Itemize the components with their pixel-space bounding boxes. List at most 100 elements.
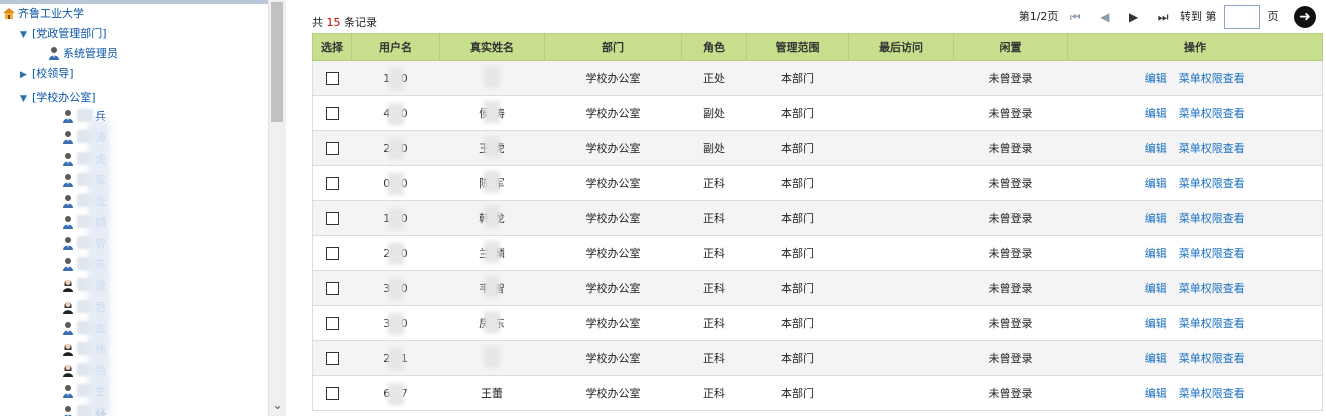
edit-link[interactable]: 编辑 (1145, 142, 1167, 155)
page-number-input[interactable] (1224, 5, 1260, 29)
edit-link[interactable]: 编辑 (1145, 317, 1167, 330)
edit-link[interactable]: 编辑 (1145, 282, 1167, 295)
col-header-last-visit[interactable]: 最后访问 (848, 33, 954, 61)
tree-node-label: [校领导] (32, 67, 74, 80)
menu-permission-link[interactable]: 菜单权限查看 (1179, 387, 1245, 400)
tree-scrollbar[interactable]: ⌄ (268, 0, 286, 416)
redaction-band (88, 120, 110, 416)
tree-expand-icon[interactable]: ▶ (20, 67, 32, 83)
edit-link[interactable]: 编辑 (1145, 177, 1167, 190)
scope-cell: 本部门 (746, 235, 849, 271)
edit-link[interactable]: 编辑 (1145, 247, 1167, 260)
actions-cell: 编辑 菜单权限查看 (1067, 95, 1323, 131)
row-checkbox[interactable] (325, 246, 339, 260)
menu-permission-link[interactable]: 菜单权限查看 (1179, 352, 1245, 365)
next-page-icon[interactable]: ▶ (1129, 4, 1138, 30)
table-row[interactable]: 41 0侯 涛学校办公室副处本部门未曾登录编辑菜单权限查看 (312, 95, 1323, 131)
username-cell: 6 07 (351, 375, 440, 411)
table-row[interactable]: 24 0王 虎学校办公室副处本部门未曾登录编辑菜单权限查看 (312, 130, 1323, 166)
scrollbar-thumb[interactable] (271, 2, 283, 122)
edit-link[interactable]: 编辑 (1145, 387, 1167, 400)
select-cell (312, 340, 352, 376)
first-page-icon[interactable]: ⏮ (1070, 4, 1081, 30)
row-checkbox[interactable] (325, 71, 339, 85)
role-cell: 正科 (681, 375, 747, 411)
edit-link[interactable]: 编辑 (1145, 72, 1167, 85)
col-header-idle[interactable]: 闲置 (953, 33, 1068, 61)
table-row[interactable]: 28 0兰 麟学校办公室正科本部门未曾登录编辑菜单权限查看 (312, 235, 1323, 271)
scope-cell: 本部门 (746, 95, 849, 131)
row-checkbox[interactable] (325, 211, 339, 225)
redaction-mask (387, 312, 404, 335)
table-row[interactable]: 14 0韩 龙学校办公室正科本部门未曾登录编辑菜单权限查看 (312, 200, 1323, 236)
idle-cell: 未曾登录 (953, 200, 1068, 236)
row-checkbox[interactable] (325, 176, 339, 190)
record-count-number: 15 (326, 16, 341, 29)
col-header-role[interactable]: 角色 (681, 33, 747, 61)
table-row[interactable]: 29 1 波学校办公室正科本部门未曾登录编辑菜单权限查看 (312, 340, 1323, 376)
scroll-down-icon[interactable]: ⌄ (269, 398, 286, 412)
last-visit-cell (848, 235, 954, 271)
dept-cell: 学校办公室 (544, 270, 682, 306)
tree-collapse-icon[interactable]: ▼ (20, 91, 32, 107)
table-row[interactable]: 1 30 兵学校办公室正处本部门未曾登录编辑菜单权限查看 (312, 60, 1323, 96)
username-cell: 08 0 (351, 165, 440, 201)
menu-permission-link[interactable]: 菜单权限查看 (1179, 142, 1245, 155)
realname-cell: 韦 智 (439, 270, 545, 306)
menu-permission-link[interactable]: 菜单权限查看 (1179, 72, 1245, 85)
scope-cell: 本部门 (746, 375, 849, 411)
actions-cell: 编辑 菜单权限查看 (1067, 130, 1323, 166)
menu-permission-link[interactable]: 菜单权限查看 (1179, 212, 1245, 225)
edit-link[interactable]: 编辑 (1145, 352, 1167, 365)
redaction-mask (387, 277, 404, 300)
table-row[interactable]: 6 07王蕾学校办公室正科本部门未曾登录编辑菜单权限查看 (312, 375, 1323, 411)
menu-permission-link[interactable]: 菜单权限查看 (1179, 107, 1245, 120)
table-row[interactable]: 08 0陈 军学校办公室正科本部门未曾登录编辑菜单权限查看 (312, 165, 1323, 201)
tree-node[interactable]: 系统管理员 (48, 46, 118, 62)
record-count-prefix: 共 (312, 16, 323, 29)
tree-collapse-icon[interactable]: ▼ (20, 27, 32, 43)
menu-permission-link[interactable]: 菜单权限查看 (1179, 247, 1245, 260)
col-header-realname[interactable]: 真实姓名 (439, 33, 545, 61)
row-checkbox[interactable] (325, 106, 339, 120)
last-visit-cell (848, 165, 954, 201)
tree-node[interactable]: ▼ [党政管理部门] (20, 26, 107, 42)
user-female-icon (62, 278, 74, 292)
dept-cell: 学校办公室 (544, 305, 682, 341)
role-cell: 副处 (681, 130, 747, 166)
scope-cell: 本部门 (746, 165, 849, 201)
table-row[interactable]: 32 0房 东学校办公室正科本部门未曾登录编辑菜单权限查看 (312, 305, 1323, 341)
col-header-username[interactable]: 用户名 (351, 33, 440, 61)
row-checkbox[interactable] (325, 351, 339, 365)
col-header-dept[interactable]: 部门 (544, 33, 682, 61)
table-row[interactable]: 32 0韦 智学校办公室正科本部门未曾登录编辑菜单权限查看 (312, 270, 1323, 306)
scope-cell: 本部门 (746, 305, 849, 341)
col-header-scope[interactable]: 管理范围 (746, 33, 849, 61)
row-checkbox[interactable] (325, 316, 339, 330)
username-cell: 14 0 (351, 200, 440, 236)
idle-cell: 未曾登录 (953, 305, 1068, 341)
idle-cell: 未曾登录 (953, 235, 1068, 271)
idle-cell: 未曾登录 (953, 340, 1068, 376)
row-checkbox[interactable] (325, 141, 339, 155)
tree-node-label: [学校办公室] (32, 91, 96, 104)
edit-link[interactable]: 编辑 (1145, 212, 1167, 225)
scope-cell: 本部门 (746, 60, 849, 96)
dept-cell: 学校办公室 (544, 340, 682, 376)
tree-node[interactable]: ▼ [学校办公室] (20, 90, 96, 106)
row-checkbox[interactable] (325, 281, 339, 295)
prev-page-icon[interactable]: ◀ (1100, 4, 1109, 30)
menu-permission-link[interactable]: 菜单权限查看 (1179, 317, 1245, 330)
username-cell: 41 0 (351, 95, 440, 131)
edit-link[interactable]: 编辑 (1145, 107, 1167, 120)
tree-root[interactable]: 齐鲁工业大学 (2, 6, 84, 22)
redaction-mask (387, 137, 404, 160)
tree-node[interactable]: ▶ [校领导] (20, 66, 74, 82)
row-checkbox[interactable] (325, 386, 339, 400)
last-page-icon[interactable]: ⏭ (1158, 4, 1169, 30)
menu-permission-link[interactable]: 菜单权限查看 (1179, 282, 1245, 295)
menu-permission-link[interactable]: 菜单权限查看 (1179, 177, 1245, 190)
go-arrow-icon[interactable]: ➜ (1294, 6, 1316, 28)
pager: 第1/2页 ⏮ ◀ ▶ ⏭ 转到 第 页 ➜ (1019, 4, 1316, 30)
role-cell: 正处 (681, 60, 747, 96)
